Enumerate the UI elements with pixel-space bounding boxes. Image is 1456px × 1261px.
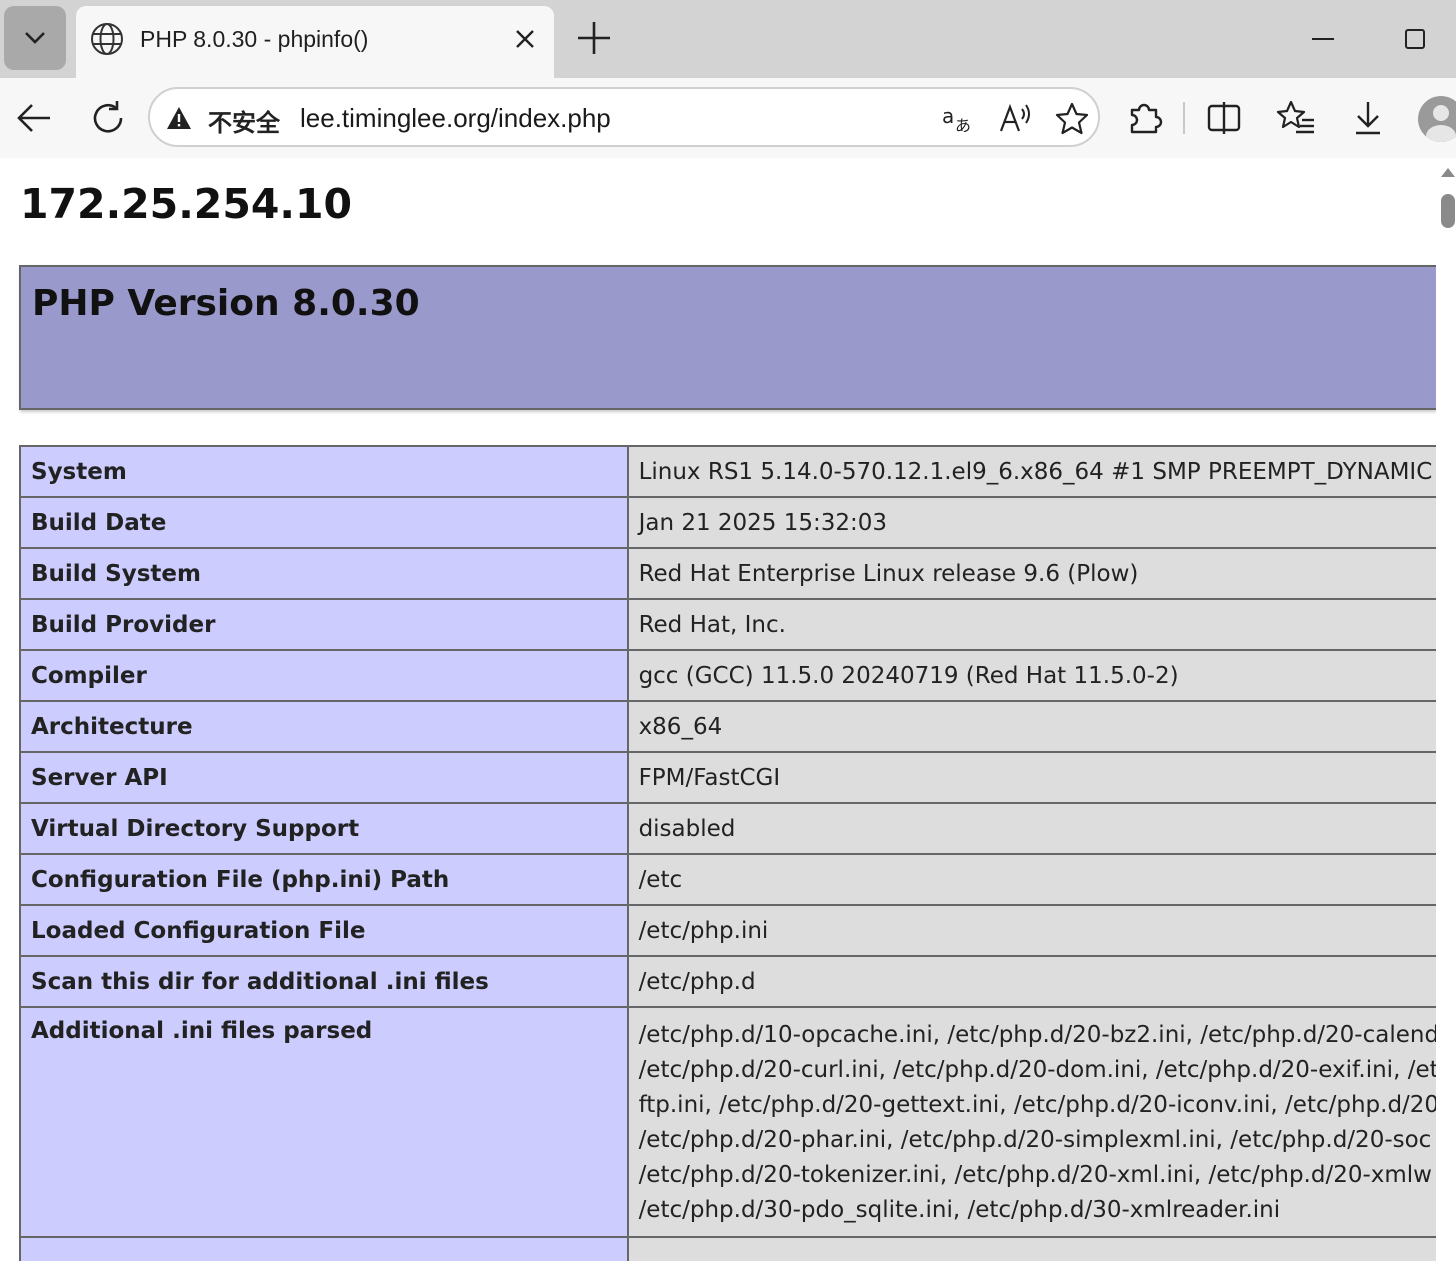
globe-icon bbox=[91, 23, 123, 55]
read-aloud-icon[interactable] bbox=[998, 101, 1034, 137]
row-value: /etc/php.d bbox=[626, 955, 1436, 1008]
browser-tab-active[interactable]: PHP 8.0.30 - phpinfo() bbox=[76, 6, 554, 78]
page-heading: 172.25.254.10 bbox=[20, 180, 353, 228]
row-key: Virtual Directory Support bbox=[19, 802, 629, 855]
tab-list-button[interactable] bbox=[4, 6, 66, 70]
toolbar-divider bbox=[1183, 102, 1185, 134]
split-screen-icon[interactable] bbox=[1204, 98, 1244, 138]
row-key: System bbox=[19, 445, 629, 498]
table-row: Build System Red Hat Enterprise Linux rel… bbox=[19, 547, 1436, 600]
table-row: Virtual Directory Support disabled bbox=[19, 802, 1436, 855]
security-label[interactable]: 不安全 bbox=[208, 103, 280, 138]
ini-file-line: /etc/php.d/10-opcache.ini, /etc/php.d/20… bbox=[638, 1022, 1436, 1048]
close-icon[interactable] bbox=[510, 24, 540, 54]
row-key: Build System bbox=[19, 547, 629, 600]
php-info-table: System Linux RS1 5.14.0-570.12.1.el9_6.x8… bbox=[19, 445, 1436, 1261]
warning-icon bbox=[167, 107, 191, 129]
favorite-star-icon[interactable] bbox=[1054, 101, 1090, 137]
extensions-icon[interactable] bbox=[1124, 98, 1164, 138]
maximize-icon[interactable] bbox=[1398, 22, 1432, 56]
row-value: Red Hat, Inc. bbox=[626, 598, 1436, 651]
table-row: Configuration File (php.ini) Path/etc bbox=[19, 853, 1436, 906]
table-row: Architecture x86_64 bbox=[19, 700, 1436, 753]
profile-avatar[interactable] bbox=[1418, 96, 1456, 142]
browser-title-bar: PHP 8.0.30 - phpinfo() bbox=[0, 0, 1456, 78]
row-key: Compiler bbox=[19, 649, 629, 702]
svg-text:あ: あ bbox=[955, 116, 971, 135]
table-row: Compiler gcc (GCC) 11.5.0 20240719 (Red H… bbox=[19, 649, 1436, 702]
row-value: /etc/php.ini bbox=[626, 904, 1436, 957]
ini-file-line: /etc/php.d/20-phar.ini, /etc/php.d/20-si… bbox=[638, 1127, 1432, 1153]
favorites-icon[interactable] bbox=[1276, 98, 1316, 138]
table-row: Scan this dir for additional .ini files /… bbox=[19, 955, 1436, 1008]
new-tab-icon[interactable] bbox=[574, 18, 614, 58]
page-viewport: 172.25.254.10 PHP Version 8.0.30 System L… bbox=[4, 158, 1436, 1261]
table-row: System Linux RS1 5.14.0-570.12.1.el9_6.x8… bbox=[19, 445, 1436, 498]
row-value: /etc/php.d/10-opcache.ini, /etc/php.d/20… bbox=[626, 1006, 1436, 1238]
row-key: Server API bbox=[19, 751, 629, 804]
row-key: Build Provider bbox=[19, 598, 629, 651]
row-value: Linux RS1 5.14.0-570.12.1.el9_6.x86_64 #… bbox=[626, 445, 1436, 498]
row-value: x86_64 bbox=[626, 700, 1436, 753]
row-value: Jan 21 2025 15:32:03 bbox=[626, 496, 1436, 549]
row-value: FPM/FastCGI bbox=[626, 751, 1436, 804]
avatar-person-icon bbox=[1426, 105, 1456, 142]
download-icon[interactable] bbox=[1348, 98, 1388, 138]
row-key: Additional .ini files parsed bbox=[19, 1006, 629, 1238]
table-row: Server API FPM/FastCGI bbox=[19, 751, 1436, 804]
ini-file-line: /etc/php.d/30-pdo_sqlite.ini, /etc/php.d… bbox=[638, 1197, 1281, 1223]
tab-title: PHP 8.0.30 - phpinfo() bbox=[140, 26, 369, 52]
address-bar[interactable]: 不安全 lee.timinglee.org/index.php a あ bbox=[148, 87, 1100, 147]
ini-file-line: /etc/php.d/20-curl.ini, /etc/php.d/20-do… bbox=[638, 1057, 1436, 1083]
chevron-down-icon bbox=[25, 32, 45, 44]
scroll-up-arrow-icon[interactable] bbox=[1441, 168, 1455, 177]
row-key: Scan this dir for additional .ini files bbox=[19, 955, 629, 1008]
row-key: Build Date bbox=[19, 496, 629, 549]
url-text[interactable]: lee.timinglee.org/index.php bbox=[300, 103, 611, 134]
row-value: disabled bbox=[626, 802, 1436, 855]
translate-icon[interactable]: a あ bbox=[940, 101, 976, 137]
table-row: Loaded Configuration File/etc/php.ini bbox=[19, 904, 1436, 957]
row-value: Red Hat Enterprise Linux release 9.6 (Pl… bbox=[626, 547, 1436, 600]
row-key bbox=[19, 1236, 629, 1261]
table-row: Build Provider Red Hat, Inc. bbox=[19, 598, 1436, 651]
back-icon[interactable] bbox=[14, 98, 54, 138]
svg-text:a: a bbox=[942, 104, 954, 128]
browser-toolbar: 不安全 lee.timinglee.org/index.php a あ bbox=[0, 78, 1456, 158]
refresh-icon[interactable] bbox=[88, 98, 128, 138]
row-key: Configuration File (php.ini) Path bbox=[19, 853, 629, 906]
php-version-title: PHP Version 8.0.30 bbox=[32, 283, 420, 324]
ini-file-line: /etc/php.d/20-tokenizer.ini, /etc/php.d/… bbox=[638, 1162, 1432, 1188]
row-key: Architecture bbox=[19, 700, 629, 753]
table-row: Build Date Jan 21 2025 15:32:03 bbox=[19, 496, 1436, 549]
table-row bbox=[19, 1236, 1436, 1261]
row-value: /etc bbox=[626, 853, 1436, 906]
table-row: Additional .ini files parsed /etc/php.d/… bbox=[19, 1006, 1436, 1238]
php-version-header: PHP Version 8.0.30 bbox=[19, 265, 1436, 410]
row-key: Loaded Configuration File bbox=[19, 904, 629, 957]
row-value: gcc (GCC) 11.5.0 20240719 (Red Hat 11.5.… bbox=[626, 649, 1436, 702]
row-value bbox=[626, 1236, 1436, 1261]
scrollbar-thumb[interactable] bbox=[1441, 194, 1455, 228]
ini-file-line: ftp.ini, /etc/php.d/20-gettext.ini, /etc… bbox=[638, 1092, 1436, 1118]
vertical-scrollbar[interactable] bbox=[1436, 158, 1456, 1261]
minimize-icon[interactable] bbox=[1306, 24, 1340, 54]
